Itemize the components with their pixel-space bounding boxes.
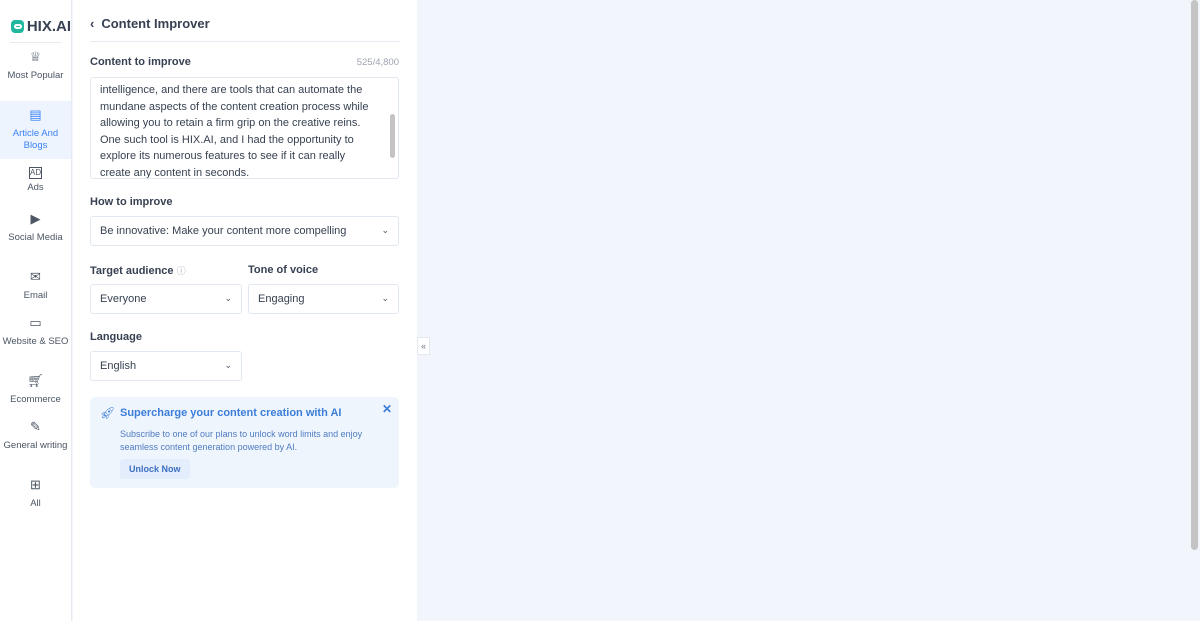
article-icon: ▤ <box>29 107 42 122</box>
language-select[interactable]: English ⌄ <box>90 351 242 381</box>
select-value: Be innovative: Make your content more co… <box>100 225 347 237</box>
sidebar-item-most-popular[interactable]: ♕ Most Popular <box>0 43 71 101</box>
collapse-panel-button[interactable]: « <box>417 337 430 355</box>
content-label: Content to improve <box>90 56 191 68</box>
sidebar-item-label: Social Media <box>8 232 63 243</box>
page-title: Content Improver <box>101 16 210 31</box>
how-to-improve-select[interactable]: Be innovative: Make your content more co… <box>90 216 399 246</box>
select-value: English <box>100 360 137 372</box>
sidebar-item-label: Ads <box>27 182 44 193</box>
sidebar-item-article-and-blogs[interactable]: ▤ Article And Blogs <box>0 101 71 159</box>
content-textarea[interactable]: intelligence, and there are tools that c… <box>90 77 399 179</box>
mail-icon: ✉ <box>30 269 41 284</box>
sidebar-item-label: Website & SEO <box>2 336 69 347</box>
chevron-down-icon: ⌄ <box>224 360 232 370</box>
upgrade-banner: 🚀︎ Supercharge your content creation wit… <box>90 397 399 488</box>
sidebar-item-label: Email <box>23 290 48 301</box>
sidebar-item-label: Most Popular <box>7 70 64 81</box>
sidebar-item-ads[interactable]: AD Ads <box>0 159 71 205</box>
brand-name: HIX.AI <box>26 18 71 35</box>
language-label: Language <box>90 331 142 343</box>
sidebar-item-all[interactable]: ⊞ All <box>0 471 71 529</box>
sidebar-item-website-seo[interactable]: ▭ Website & SEO <box>0 309 71 367</box>
sidebar-item-email[interactable]: ✉ Email <box>0 263 71 309</box>
sidebar: HIX.AI ♕ Most Popular ▤ Article And Blogs … <box>0 0 72 621</box>
page-scrollbar[interactable] <box>1191 0 1198 550</box>
logo[interactable]: HIX.AI <box>0 0 71 42</box>
page-header: ‹ Content Improver <box>90 16 400 42</box>
close-icon[interactable]: ✕ <box>382 402 392 416</box>
textarea-scrollbar[interactable] <box>390 114 395 158</box>
chevron-down-icon: ⌄ <box>224 293 232 303</box>
sidebar-item-label: All <box>30 498 41 509</box>
content-text: intelligence, and there are tools that c… <box>100 84 369 179</box>
crown-icon: ♕ <box>29 49 42 64</box>
how-to-improve-label: How to improve <box>90 196 173 208</box>
monitor-play-icon: ▶ <box>30 211 41 226</box>
banner-text: Subscribe to one of our plans to unlock … <box>120 429 363 452</box>
sidebar-item-general-writing[interactable]: ✎ General writing <box>0 413 71 471</box>
help-icon[interactable]: ⓘ <box>177 266 186 276</box>
rocket-icon: 🚀︎ <box>100 406 116 420</box>
banner-title: Supercharge your content creation with A… <box>120 407 342 419</box>
tone-label: Tone of voice <box>248 264 319 276</box>
logo-icon <box>11 20 24 33</box>
back-chevron-icon[interactable]: ‹ <box>90 16 94 41</box>
target-audience-label: Target audience ⓘ <box>90 265 186 277</box>
ad-icon: AD <box>29 167 42 179</box>
cart-icon: 🛒︎ <box>27 373 44 388</box>
unlock-now-button[interactable]: Unlock Now <box>120 459 190 479</box>
select-value: Everyone <box>100 293 147 305</box>
browser-icon: ▭ <box>29 315 42 330</box>
chevron-down-icon: ⌄ <box>381 225 389 235</box>
tone-select[interactable]: Engaging ⌄ <box>248 284 399 314</box>
sidebar-item-ecommerce[interactable]: 🛒︎ Ecommerce <box>0 367 71 413</box>
sidebar-item-social-media[interactable]: ▶ Social Media <box>0 205 71 263</box>
sidebar-item-label: General writing <box>3 440 68 451</box>
sidebar-item-label: Ecommerce <box>10 394 61 405</box>
char-counter: 525/4,800 <box>356 57 399 68</box>
target-audience-select[interactable]: Everyone ⌄ <box>90 284 242 314</box>
select-value: Engaging <box>258 293 305 305</box>
sidebar-item-label: Article And Blogs <box>12 128 59 151</box>
grid-icon: ⊞ <box>30 477 41 492</box>
pencil-icon: ✎ <box>30 419 41 434</box>
tool-panel: ‹ Content Improver Content to improve 525… <box>73 0 417 621</box>
chevron-down-icon: ⌄ <box>381 293 389 303</box>
